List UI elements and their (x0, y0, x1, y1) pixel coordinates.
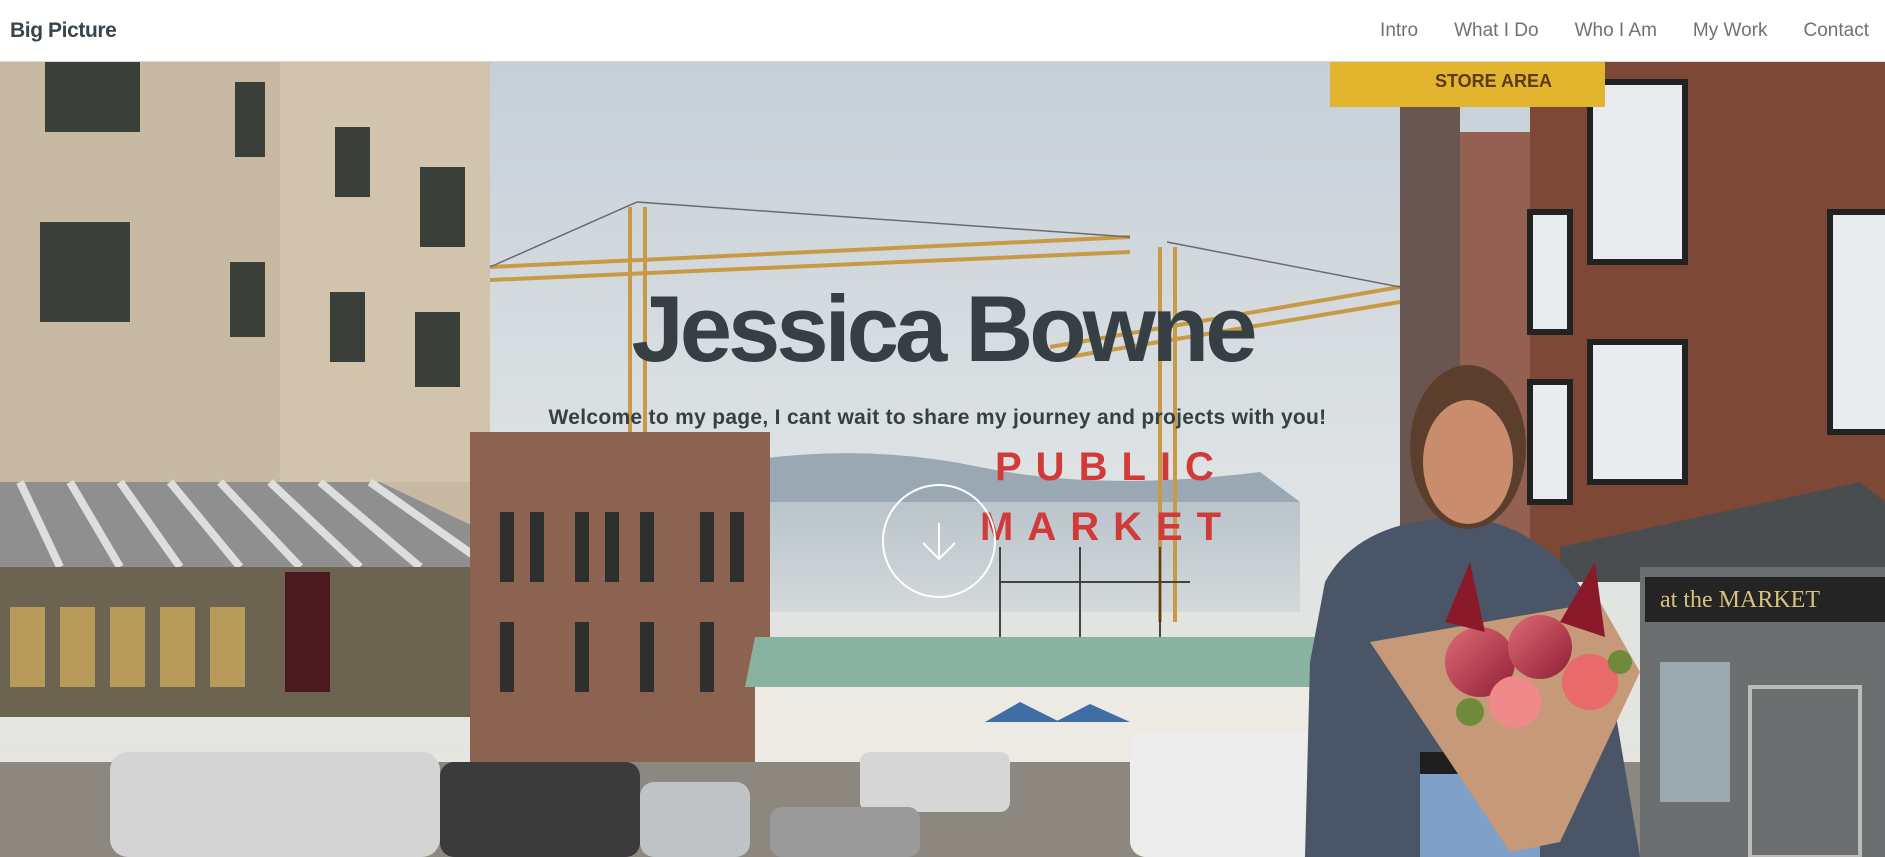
nav-link-who-i-am[interactable]: Who I Am (1575, 20, 1657, 42)
nav-link-contact[interactable]: Contact (1804, 20, 1869, 42)
scroll-down-button[interactable] (882, 484, 996, 598)
hero-section: PUBLIC MARKET STORE AREA at the MARKET J… (0, 62, 1885, 857)
top-navbar: Big Picture Intro What I Do Who I Am My … (0, 0, 1885, 62)
hero-subtitle: Welcome to my page, I cant wait to share… (548, 406, 1327, 429)
hero-title: Jessica Bowne (631, 276, 1257, 381)
brand-logo[interactable]: Big Picture (10, 19, 117, 43)
main-menu: Intro What I Do Who I Am My Work Contact (1380, 20, 1869, 42)
nav-link-what-i-do[interactable]: What I Do (1454, 20, 1538, 42)
hero-content: Jessica Bowne Welcome to my page, I cant… (0, 62, 1885, 857)
nav-link-intro[interactable]: Intro (1380, 20, 1418, 42)
arrow-down-icon (922, 523, 956, 561)
nav-link-my-work[interactable]: My Work (1693, 20, 1768, 42)
